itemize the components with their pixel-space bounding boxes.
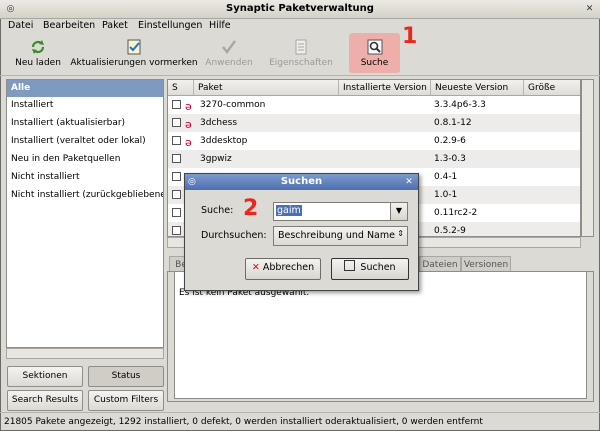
package-checkbox[interactable] bbox=[172, 136, 181, 145]
annotation-2: 2 bbox=[243, 196, 259, 221]
column-installed-version[interactable]: Installierte Version bbox=[339, 80, 431, 96]
package-name: 3gpwiz bbox=[200, 154, 232, 164]
package-checkbox[interactable] bbox=[172, 190, 181, 199]
search-history-dropdown-icon[interactable]: ▼ bbox=[390, 203, 407, 220]
package-latest-version: 0.8.1-12 bbox=[434, 118, 472, 128]
mark-upgrades-label: Aktualisierungen vormerken bbox=[70, 58, 198, 68]
table-row[interactable]: ə 3270-common 3.3.4p6-3.3 bbox=[168, 96, 580, 114]
cancel-button[interactable]: ✕ Abbrechen bbox=[245, 258, 321, 280]
package-list-vscrollbar[interactable] bbox=[581, 79, 594, 237]
package-latest-version: 1.0-1 bbox=[434, 190, 458, 200]
column-status[interactable]: S bbox=[168, 80, 194, 96]
menu-bar: Datei Bearbeiten Paket Einstellungen Hil… bbox=[0, 19, 600, 35]
filter-item-new[interactable]: Neu in den Paketquellen bbox=[7, 151, 163, 168]
search-dialog: Suchen ◎ ✕ Suche: gaim ▼ 2 Durchsuchen: … bbox=[184, 173, 419, 291]
table-row[interactable]: 3gpwiz 1.3-0.3 bbox=[168, 150, 580, 168]
search-input[interactable]: gaim ▼ bbox=[273, 202, 408, 221]
column-package[interactable]: Paket bbox=[194, 80, 339, 96]
search-button[interactable]: Suche bbox=[352, 37, 397, 73]
apply-button[interactable]: Anwenden bbox=[203, 37, 255, 73]
table-row[interactable]: ə 3ddesktop 0.2.9-6 bbox=[168, 132, 580, 150]
filter-item-installed[interactable]: Installiert bbox=[7, 97, 163, 114]
package-latest-version: 3.3.4p6-3.3 bbox=[434, 100, 486, 110]
filter-item-all[interactable]: Alle bbox=[7, 80, 163, 97]
annotation-1: 1 bbox=[402, 24, 418, 49]
search-results-button[interactable]: Search Results bbox=[7, 390, 83, 411]
column-size[interactable]: Größe bbox=[524, 80, 580, 96]
filter-item-not-installed[interactable]: Nicht installiert bbox=[7, 169, 163, 186]
filter-list: Alle Installiert Installiert (aktualisie… bbox=[6, 79, 164, 348]
mark-upgrades-button[interactable]: Aktualisierungen vormerken bbox=[70, 37, 198, 73]
search-submit-label: Suchen bbox=[360, 262, 396, 273]
search-field-label: Suche: bbox=[201, 205, 234, 216]
filter-item-upgradable[interactable]: Installiert (aktualisierbar) bbox=[7, 115, 163, 132]
apply-label: Anwenden bbox=[205, 58, 253, 68]
scope-field-label: Durchsuchen: bbox=[201, 230, 267, 241]
properties-icon bbox=[295, 39, 307, 55]
custom-filters-button[interactable]: Custom Filters bbox=[88, 390, 164, 411]
package-name: 3ddesktop bbox=[200, 136, 248, 146]
status-bar: 21805 Pakete angezeigt, 1292 installiert… bbox=[0, 412, 600, 431]
mark-upgrades-icon bbox=[127, 39, 141, 55]
menu-hilfe[interactable]: Hilfe bbox=[209, 20, 231, 31]
column-latest-version[interactable]: Neueste Version bbox=[431, 80, 524, 96]
table-row[interactable]: ə 3dchess 0.8.1-12 bbox=[168, 114, 580, 132]
package-checkbox[interactable] bbox=[172, 154, 181, 163]
menu-paket[interactable]: Paket bbox=[102, 20, 128, 31]
title-bar: ◎ Synaptic Paketverwaltung ✕ bbox=[0, 0, 600, 19]
package-checkbox[interactable] bbox=[172, 172, 181, 181]
scope-select[interactable]: Beschreibung und Name ⇕ bbox=[273, 226, 408, 246]
scope-select-value: Beschreibung und Name bbox=[278, 230, 395, 241]
package-latest-version: 0.2.9-6 bbox=[434, 136, 466, 146]
dialog-close-icon[interactable]: ✕ bbox=[403, 176, 415, 188]
menu-einstellungen[interactable]: Einstellungen bbox=[138, 20, 202, 31]
package-latest-version: 0.4-1 bbox=[434, 172, 458, 182]
package-checkbox[interactable] bbox=[172, 100, 181, 109]
filter-item-residual[interactable]: Nicht installiert (zurückgebliebene bbox=[7, 187, 163, 204]
package-latest-version: 1.3-0.3 bbox=[434, 154, 466, 164]
filter-item-obsolete[interactable]: Installiert (veraltet oder lokal) bbox=[7, 133, 163, 150]
reload-button[interactable]: Neu laden bbox=[10, 37, 66, 73]
apply-checkmark-icon bbox=[222, 40, 236, 54]
package-checkbox[interactable] bbox=[172, 118, 181, 127]
filter-list-hscrollbar[interactable] bbox=[6, 348, 164, 359]
package-checkbox[interactable] bbox=[172, 226, 181, 235]
search-submit-icon bbox=[344, 260, 356, 271]
menu-datei[interactable]: Datei bbox=[8, 20, 33, 31]
dialog-app-icon: ◎ bbox=[188, 177, 196, 187]
package-checkbox[interactable] bbox=[172, 208, 181, 217]
package-name: 3270-common bbox=[200, 100, 266, 110]
sections-button[interactable]: Sektionen bbox=[7, 366, 83, 387]
search-submit-button[interactable]: Suchen bbox=[331, 258, 409, 280]
reload-icon bbox=[31, 40, 45, 54]
search-input-value: gaim bbox=[276, 205, 302, 216]
package-latest-version: 0.11rc2-2 bbox=[434, 208, 478, 218]
close-window-icon[interactable]: ✕ bbox=[583, 3, 596, 16]
package-latest-version: 0.5.2-9 bbox=[434, 226, 466, 236]
search-icon bbox=[367, 39, 382, 55]
window-title: Synaptic Paketverwaltung bbox=[226, 3, 374, 14]
cancel-button-label: Abbrechen bbox=[262, 262, 315, 273]
properties-label: Eigenschaften bbox=[269, 58, 333, 68]
reload-label: Neu laden bbox=[15, 58, 61, 68]
cancel-icon: ✕ bbox=[251, 262, 260, 273]
search-label: Suche bbox=[360, 58, 389, 68]
scope-stepper-icon: ⇕ bbox=[397, 229, 404, 238]
status-button[interactable]: Status bbox=[88, 366, 164, 387]
properties-button[interactable]: Eigenschaften bbox=[267, 37, 335, 73]
package-name: 3dchess bbox=[200, 118, 238, 128]
dialog-title: Suchen bbox=[185, 174, 418, 190]
menu-bearbeiten[interactable]: Bearbeiten bbox=[43, 20, 95, 31]
